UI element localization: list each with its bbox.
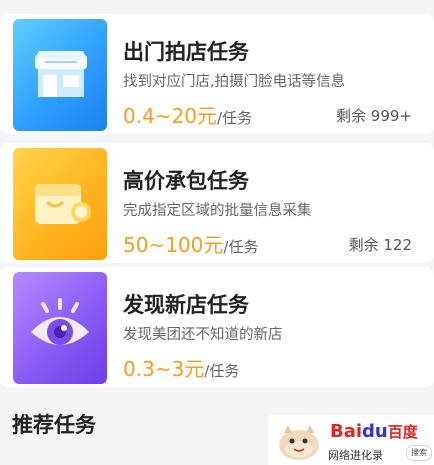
task-price: 50~100元/任务 xyxy=(123,229,258,258)
wallet-coin-icon xyxy=(35,184,91,224)
task-card-new-store[interactable]: 发现新店任务 发现美团还不知道的新店 0.3~3元/任务 xyxy=(0,267,434,387)
task-remaining: 剩余 999+ xyxy=(336,107,412,125)
eye-icon xyxy=(31,298,89,345)
baidu-logo: Baidu百度 xyxy=(330,421,418,442)
task-price-unit: /任务 xyxy=(223,238,259,256)
mascot-icon xyxy=(279,425,319,460)
section-title-recommended: 推荐任务 xyxy=(12,413,96,437)
task-card-contract[interactable]: 高价承包任务 完成指定区域的批量信息采集 50~100元/任务 剩余 122 xyxy=(0,143,434,263)
task-description: 完成指定区域的批量信息采集 xyxy=(123,203,312,219)
task-remaining: 剩余 122 xyxy=(348,236,412,254)
task-price-value: 50~100元 xyxy=(123,233,224,257)
task-tile-shop-photo xyxy=(13,19,107,131)
task-price-value: 0.3~3元 xyxy=(123,357,205,381)
task-price-value: 0.4~20元 xyxy=(123,104,218,128)
task-tile-contract xyxy=(13,148,107,260)
logo-bai: Bai xyxy=(330,421,363,442)
task-title: 高价承包任务 xyxy=(123,169,249,193)
baidu-watermark: Baidu百度 网络进化录 搜索 xyxy=(268,415,434,465)
task-description: 找到对应门店,拍摄门脸电话等信息 xyxy=(123,74,346,90)
watermark-search: 搜索 xyxy=(406,445,432,461)
task-card-shop-photo[interactable]: 出门拍店任务 找到对应门店,拍摄门脸电话等信息 0.4~20元/任务 剩余 99… xyxy=(0,14,434,134)
storefront-icon xyxy=(35,51,87,97)
logo-du: du xyxy=(362,421,388,442)
task-price: 0.3~3元/任务 xyxy=(123,353,239,382)
task-description: 发现美团还不知道的新店 xyxy=(123,327,283,343)
watermark-subtitle: 网络进化录 xyxy=(328,449,383,462)
task-price-unit: /任务 xyxy=(217,109,253,127)
logo-cn: 百度 xyxy=(387,423,418,441)
task-price-unit: /任务 xyxy=(204,362,240,380)
task-tile-new-store xyxy=(13,272,107,384)
task-price: 0.4~20元/任务 xyxy=(123,100,252,129)
task-title: 发现新店任务 xyxy=(123,293,249,317)
task-title: 出门拍店任务 xyxy=(123,40,249,64)
